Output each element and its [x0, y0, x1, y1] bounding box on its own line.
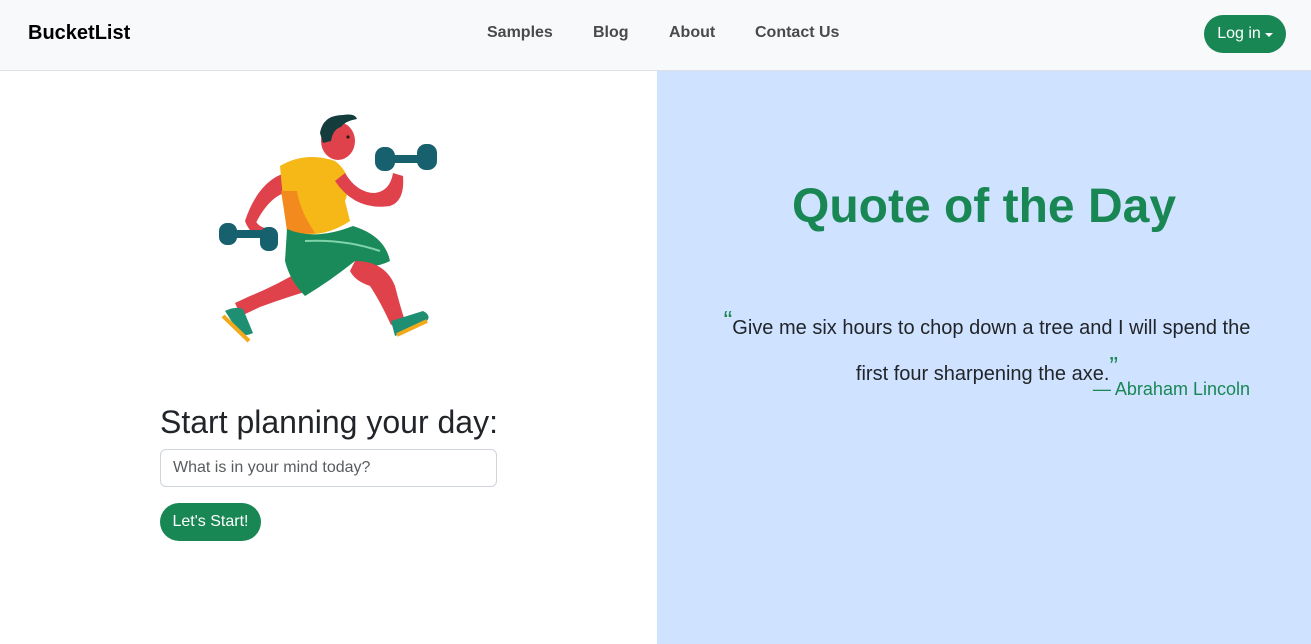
planner-section: Start planning your day: Let's Start! [0, 71, 657, 644]
quote-section: Quote of the Day “Give me six hours to c… [657, 71, 1311, 644]
top-navbar: BucketList Samples Blog About Contact Us… [0, 0, 1311, 71]
nav-link-blog[interactable]: Blog [593, 24, 629, 42]
planner-heading: Start planning your day: [160, 404, 498, 440]
quote-author: — Abraham Lincoln [1092, 379, 1250, 399]
open-quote-icon: “ [723, 305, 733, 335]
brand-logo[interactable]: BucketList [28, 22, 130, 45]
login-dropdown-button[interactable]: Log in [1204, 15, 1286, 53]
quote-title: Quote of the Day [791, 180, 1177, 233]
caret-down-icon [1264, 33, 1273, 37]
quote-text: Give me six hours to chop down a tree an… [732, 317, 1251, 385]
login-label: Log in [1217, 25, 1261, 42]
nav-link-samples[interactable]: Samples [487, 24, 553, 42]
nav-link-contact-us[interactable]: Contact Us [755, 24, 839, 42]
plan-input[interactable] [160, 449, 497, 487]
lets-start-button[interactable]: Let's Start! [160, 503, 261, 541]
close-quote-icon: ” [1109, 351, 1119, 381]
nav-link-about[interactable]: About [669, 24, 715, 42]
runner-with-dumbbells-illustration [219, 114, 437, 343]
